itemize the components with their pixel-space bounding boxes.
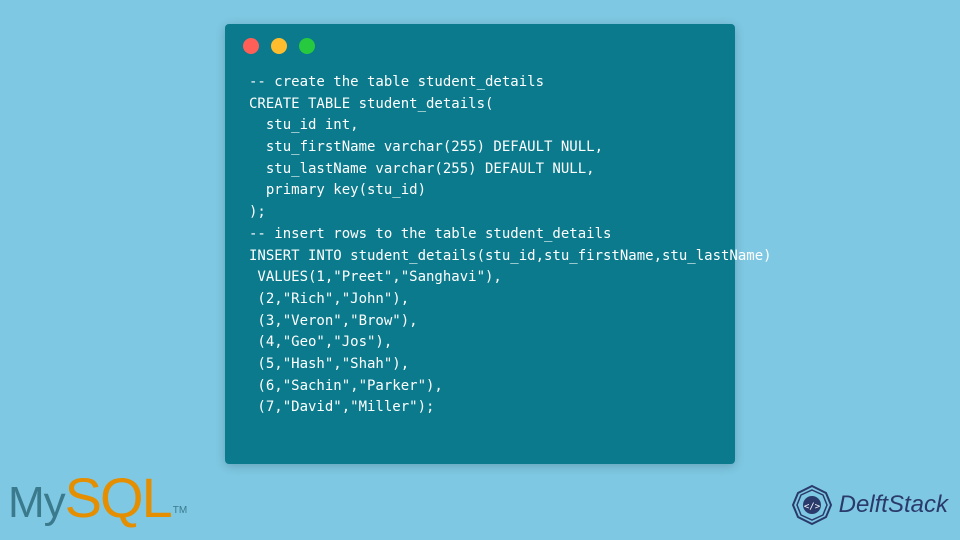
window-controls [225, 24, 735, 62]
code-line: (7,"David","Miller"); [249, 399, 434, 415]
delftstack-icon: </> [791, 484, 833, 526]
code-line: INSERT INTO student_details(stu_id,stu_f… [249, 248, 772, 264]
code-window: -- create the table student_details CREA… [225, 24, 735, 464]
minimize-button[interactable] [271, 38, 287, 54]
delftstack-text: DelftStack [839, 491, 948, 519]
mysql-tm-text: TM [173, 505, 187, 516]
delftstack-logo: </> DelftStack [791, 484, 948, 526]
code-line: ); [249, 204, 266, 220]
code-line: (2,"Rich","John"), [249, 291, 409, 307]
mysql-my-text: My [8, 478, 65, 528]
code-line: stu_id int, [249, 117, 359, 133]
maximize-button[interactable] [299, 38, 315, 54]
code-line: (3,"Veron","Brow"), [249, 313, 418, 329]
code-line: CREATE TABLE student_details( [249, 96, 493, 112]
svg-text:</>: </> [803, 502, 820, 512]
code-line: (5,"Hash","Shah"), [249, 356, 409, 372]
code-line: VALUES(1,"Preet","Sanghavi"), [249, 269, 502, 285]
code-line: primary key(stu_id) [249, 182, 426, 198]
code-line: (6,"Sachin","Parker"), [249, 378, 443, 394]
mysql-sql-text: SQL [65, 465, 171, 530]
code-content: -- create the table student_details CREA… [225, 62, 735, 439]
close-button[interactable] [243, 38, 259, 54]
code-line: stu_firstName varchar(255) DEFAULT NULL, [249, 139, 603, 155]
code-line: -- create the table student_details [249, 74, 544, 90]
mysql-logo: MySQLTM [8, 465, 187, 530]
code-line: stu_lastName varchar(255) DEFAULT NULL, [249, 161, 595, 177]
code-line: -- insert rows to the table student_deta… [249, 226, 611, 242]
code-line: (4,"Geo","Jos"), [249, 334, 392, 350]
